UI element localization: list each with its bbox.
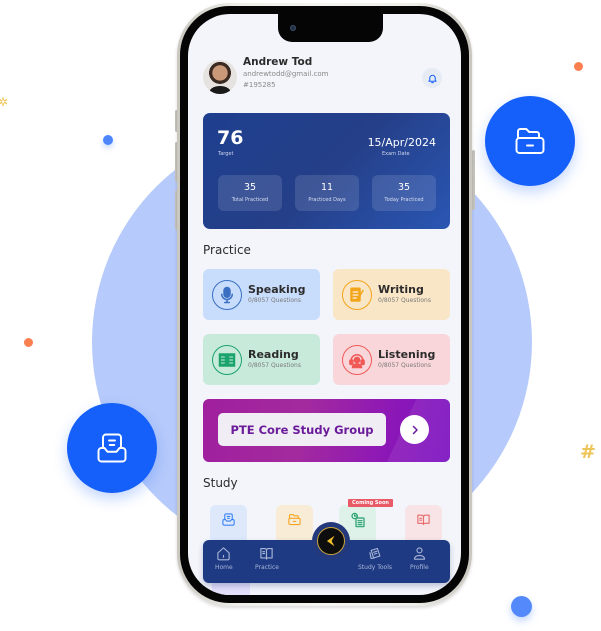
practice-card-subtitle: 0/8057 Questions — [378, 362, 431, 369]
practice-card-subtitle: 0/8057 Questions — [248, 297, 301, 304]
exam-date: 15/Apr/2024 — [367, 136, 436, 149]
exam-date-label: Exam Date — [382, 151, 410, 157]
nav-label: Practice — [255, 564, 279, 571]
nav-label: Home — [215, 564, 233, 571]
home-icon — [217, 547, 231, 561]
profile-icon — [413, 547, 425, 560]
practice-card-title: Listening — [378, 348, 436, 361]
study-tools-icon — [368, 547, 380, 560]
practice-card-speaking[interactable]: Speaking 0/8057 Questions — [203, 269, 320, 320]
stat-value: 35 — [397, 182, 411, 193]
floating-folder-badge — [485, 96, 575, 186]
practice-card-subtitle: 0/8057 Questions — [378, 297, 431, 304]
practice-card-listening[interactable]: Listening 0/8057 Questions — [333, 334, 450, 385]
inbox-icon — [97, 433, 127, 463]
notifications-button[interactable] — [422, 68, 442, 88]
microphone-icon — [221, 286, 233, 303]
coming-soon-badge: Coming Soon — [348, 499, 393, 507]
practice-card-reading[interactable]: Reading 0/8057 Questions — [203, 334, 320, 385]
nav-item-home[interactable]: Home — [215, 546, 233, 571]
practice-card-subtitle: 0/8057 Questions — [248, 362, 301, 369]
headset-icon — [349, 353, 365, 368]
decor-dot — [574, 62, 583, 71]
user-id: #195285 — [243, 81, 276, 89]
nav-label: Study Tools — [358, 564, 393, 571]
nav-item-profile[interactable]: Profile — [410, 546, 429, 571]
study-section-title: Study — [203, 476, 238, 490]
study-group-banner[interactable]: PTE Core Study Group — [203, 399, 450, 462]
study-tile[interactable] — [405, 505, 442, 543]
nav-item-study-tools[interactable]: Study Tools — [358, 546, 392, 571]
sparkle-icon: # — [580, 441, 596, 463]
profile-header: Andrew Tod andrewtodd@gmail.com #195285 — [203, 56, 328, 94]
phone-side-button — [472, 150, 475, 210]
phone-frame: Andrew Tod andrewtodd@gmail.com #195285 … — [177, 3, 472, 606]
practice-card-title: Speaking — [248, 283, 306, 296]
center-action-button[interactable] — [312, 522, 350, 560]
floating-inbox-badge — [67, 403, 157, 493]
sparkle-icon: ✲ — [0, 95, 9, 109]
front-camera — [290, 25, 296, 31]
avatar[interactable] — [203, 60, 237, 94]
back-arrow-icon — [326, 535, 335, 547]
target-score: 76 — [217, 127, 244, 149]
nav-label: Profile — [410, 564, 429, 571]
writing-icon — [350, 287, 364, 302]
decor-dot — [103, 135, 113, 145]
stat-label: Practiced Days — [308, 197, 346, 203]
study-group-label: PTE Core Study Group — [218, 413, 386, 446]
user-name: Andrew Tod — [243, 56, 313, 68]
target-label: Target — [218, 151, 234, 157]
folder-icon — [515, 128, 545, 154]
app-screen: Andrew Tod andrewtodd@gmail.com #195285 … — [188, 14, 461, 595]
inbox-icon — [222, 513, 235, 526]
practice-section-title: Practice — [203, 243, 251, 257]
decor-dot — [24, 338, 33, 347]
phone-notch — [278, 14, 383, 42]
open-book-icon — [417, 514, 430, 526]
stat-tile-today-practiced: 35 Today Practiced — [372, 175, 436, 211]
chevron-right-icon — [412, 425, 418, 434]
stat-tile-total-practiced: 35 Total Practiced — [218, 175, 282, 211]
bell-icon — [427, 74, 437, 83]
study-group-go-button[interactable] — [400, 415, 429, 444]
stat-label: Total Practiced — [231, 197, 269, 203]
stat-value: 11 — [320, 182, 334, 193]
folder-icon — [288, 513, 301, 526]
decor-dot — [511, 596, 532, 617]
stat-label: Today Practiced — [384, 197, 424, 203]
user-email: andrewtodd@gmail.com — [243, 70, 329, 78]
nav-item-practice[interactable]: Practice — [255, 546, 279, 571]
book-icon — [218, 352, 236, 367]
practice-card-title: Reading — [248, 348, 299, 361]
stat-tile-practiced-days: 11 Practiced Days — [295, 175, 359, 211]
book-icon — [260, 547, 274, 560]
schedule-icon — [350, 512, 365, 528]
practice-card-title: Writing — [378, 283, 424, 296]
exam-stats-card: 76 Target 15/Apr/2024 Exam Date 35 Total… — [203, 113, 450, 229]
study-tile[interactable] — [276, 505, 313, 543]
stat-value: 35 — [243, 182, 257, 193]
practice-card-writing[interactable]: Writing 0/8057 Questions — [333, 269, 450, 320]
study-tile[interactable] — [210, 505, 247, 543]
